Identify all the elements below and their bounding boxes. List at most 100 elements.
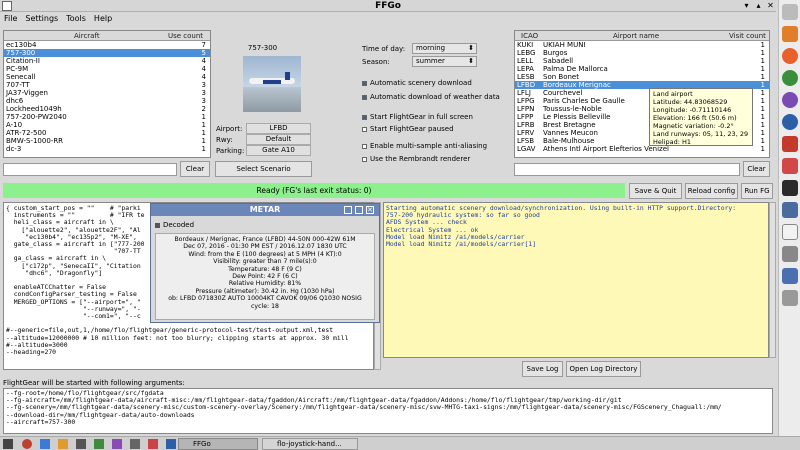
aircraft-column-header[interactable]: Aircraft	[74, 31, 100, 41]
aircraft-row[interactable]: 757-200-PW2040 1	[4, 113, 210, 121]
start-icon[interactable]	[3, 439, 13, 449]
aircraft-name-cell: dhc6	[6, 97, 24, 105]
option-checkbox[interactable]: Start FlightGear paused	[362, 124, 454, 134]
chrome-icon[interactable]	[782, 70, 798, 86]
airport-row[interactable]: KUKI UKIAH MUNI 1	[515, 41, 769, 49]
airport-row[interactable]: LEPA Palma De Mallorca 1	[515, 65, 769, 73]
rwy-label: Rwy:	[216, 136, 233, 144]
aircraft-clear-button[interactable]: Clear	[180, 161, 210, 177]
airport-row[interactable]: LESB Son Bonet 1	[515, 73, 769, 81]
metar-minimize-icon[interactable]	[344, 206, 352, 214]
season-select[interactable]: summer ⬍	[412, 56, 477, 67]
airport-name-column-header[interactable]: Airport name	[613, 31, 659, 41]
parking-field[interactable]: Gate A10	[246, 145, 311, 156]
terminal-icon[interactable]	[782, 180, 798, 196]
checkbox-icon[interactable]	[362, 126, 367, 132]
network-icon[interactable]	[782, 202, 798, 218]
aircraft-row[interactable]: JA37-Viggen 3	[4, 89, 210, 97]
keyboard-icon[interactable]	[782, 246, 798, 262]
tools-icon[interactable]	[782, 158, 798, 174]
icao-column-header[interactable]: ICAO	[521, 31, 538, 41]
airport-name-cell: Athens Intl Airport Elefterios Venizel	[543, 145, 669, 153]
option-checkbox[interactable]: Start FlightGear in full screen	[362, 112, 473, 122]
launcher-icon-5[interactable]	[94, 439, 104, 449]
aircraft-row[interactable]: Citation-II 4	[4, 57, 210, 65]
aircraft-row[interactable]: Senecall 4	[4, 73, 210, 81]
bug-icon[interactable]	[782, 136, 798, 152]
visit-count-cell: 1	[760, 41, 765, 49]
launcher-icon-8[interactable]	[148, 439, 158, 449]
aircraft-search-input[interactable]	[3, 163, 177, 176]
menu-tools[interactable]: Tools	[62, 12, 90, 26]
minimize-icon[interactable]: ▾	[742, 1, 751, 10]
use-count-cell: 2	[201, 105, 206, 113]
airport-tooltip: Land airport Latitude: 44.83068529 Longitu…	[649, 88, 753, 146]
aircraft-list[interactable]: Aircraft Use count ec130b4 7 757-300 5 Citat…	[3, 30, 211, 158]
aircraft-row[interactable]: dc-3 1	[4, 145, 210, 153]
aircraft-row[interactable]: ATR-72-500 1	[4, 129, 210, 137]
checkbox-icon[interactable]	[362, 156, 367, 162]
close-icon[interactable]: ✕	[766, 1, 775, 10]
aircraft-row[interactable]: BMW-S-1000-RR 1	[4, 137, 210, 145]
power-icon[interactable]	[782, 290, 798, 306]
open-log-directory-button[interactable]: Open Log Directory	[566, 361, 641, 377]
airport-row[interactable]: LGAV Athens Intl Airport Elefterios Veniz…	[515, 145, 769, 153]
run-fg-button[interactable]: Run FG	[741, 183, 773, 199]
option-checkbox[interactable]: Automatic scenery download	[362, 78, 472, 88]
option-checkbox[interactable]: Use the Rembrandt renderer	[362, 154, 470, 164]
log-scrollbar[interactable]	[769, 202, 776, 358]
menu-help[interactable]: Help	[90, 12, 116, 26]
aircraft-row[interactable]: 707-TT 3	[4, 81, 210, 89]
maximize-icon[interactable]: ▴	[754, 1, 763, 10]
airport-clear-button[interactable]: Clear	[743, 161, 770, 177]
display-icon[interactable]	[782, 268, 798, 284]
option-checkbox[interactable]: Enable multi-sample anti-aliasing	[362, 141, 487, 151]
log-window[interactable]: Starting automatic scenery download/sync…	[383, 202, 769, 358]
firefox-icon[interactable]	[782, 48, 798, 64]
select-scenario-button[interactable]: Select Scenario	[215, 161, 312, 177]
checkbox-icon[interactable]	[362, 94, 367, 100]
menu-file[interactable]: File	[0, 12, 21, 26]
save-quit-button[interactable]: Save & Quit	[629, 183, 682, 199]
log-line: Model load Nimitz /ai/models/carrier[1]	[386, 240, 537, 249]
aircraft-row[interactable]: PC-9M 4	[4, 65, 210, 73]
firefox-alt-icon[interactable]	[782, 114, 798, 130]
checkbox-icon[interactable]	[362, 80, 367, 86]
launcher-icon-3[interactable]	[58, 439, 68, 449]
use-count-cell: 1	[201, 129, 206, 137]
checkbox-icon[interactable]	[362, 143, 367, 149]
airport-row[interactable]: LELL Sabadell 1	[515, 57, 769, 65]
save-log-button[interactable]: Save Log	[522, 361, 563, 377]
metar-maximize-icon[interactable]	[355, 206, 363, 214]
airport-field[interactable]: LFBD	[246, 123, 311, 134]
aircraft-row[interactable]: ec130b4 7	[4, 41, 210, 49]
visit-count-column-header[interactable]: Visit count	[729, 31, 766, 41]
aircraft-row[interactable]: A-10 1	[4, 121, 210, 129]
aircraft-row[interactable]: 757-300 5	[4, 49, 210, 57]
metar-close-icon[interactable]: ✕	[366, 206, 374, 214]
use-count-column-header[interactable]: Use count	[168, 31, 203, 41]
launcher-icon-9[interactable]	[166, 439, 176, 449]
option-checkbox[interactable]: Automatic download of weather data	[362, 92, 500, 102]
time-of-day-select[interactable]: morning ⬍	[412, 43, 477, 54]
clock-icon[interactable]	[782, 224, 798, 240]
aircraft-row[interactable]: dhc6 3	[4, 97, 210, 105]
launcher-icon-1[interactable]	[22, 439, 32, 449]
airport-row[interactable]: LEBG Burgos 1	[515, 49, 769, 57]
files-icon[interactable]	[782, 26, 798, 42]
reload-config-button[interactable]: Reload config	[685, 183, 738, 199]
aircraft-row[interactable]: Lockheed1049h 2	[4, 105, 210, 113]
task-editor[interactable]: flo-joystick-hand...	[262, 438, 358, 450]
launcher-icon-6[interactable]	[112, 439, 122, 449]
launcher-icon-4[interactable]	[76, 439, 86, 449]
menu-settings[interactable]: Settings	[21, 12, 62, 26]
decoded-checkbox[interactable]: Decoded	[155, 221, 194, 229]
rwy-field[interactable]: Default	[246, 134, 311, 145]
launcher-icon-7[interactable]	[130, 439, 140, 449]
airport-search-input[interactable]	[514, 163, 740, 176]
checkbox-icon[interactable]	[362, 114, 367, 120]
launcher-icon-2[interactable]	[40, 439, 50, 449]
emacs-icon[interactable]	[782, 92, 798, 108]
task-ffgo[interactable]: FFGo	[178, 438, 258, 450]
trash-icon[interactable]	[782, 4, 798, 20]
